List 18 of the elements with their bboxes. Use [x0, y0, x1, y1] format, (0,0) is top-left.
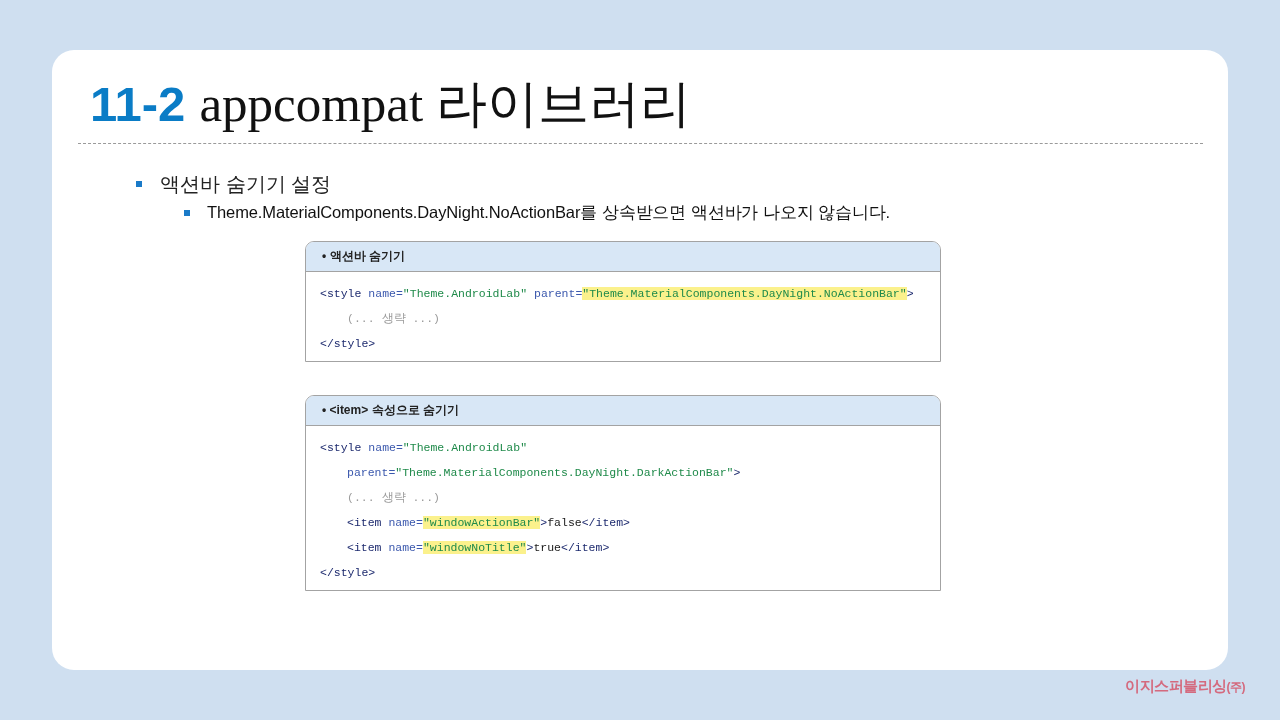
code-line: </style> — [320, 336, 376, 352]
bullet-text: Theme.MaterialComponents.DayNight.NoActionBar를 상속받으면 액션바가 나오지 않습니다. — [207, 202, 891, 223]
slide-title: appcompat 라이브러리 — [199, 75, 691, 134]
code-line: (... 생략 ...) — [347, 311, 440, 327]
bullet-text: 액션바 숨기기 설정 — [160, 171, 332, 197]
code-box-title: • 액션바 숨기기 — [322, 248, 405, 265]
code-line: (... 생략 ...) — [347, 490, 440, 506]
square-bullet-icon — [184, 210, 190, 216]
section-number: 11-2 — [90, 76, 186, 132]
square-bullet-icon — [136, 181, 142, 187]
code-line: <style name="Theme.AndroidLab" — [320, 440, 528, 456]
publisher-logo: 이지스퍼블리싱(주) — [1125, 676, 1245, 696]
code-line: <style name="Theme.AndroidLab" parent="Theme.MaterialComponents.DayNight.NoActionBar"> — [320, 286, 914, 302]
code-line: <item name="windowActionBar">false</item> — [347, 515, 630, 531]
code-box-title: • <item> 속성으로 숨기기 — [322, 402, 459, 419]
code-line: <item name="windowNoTitle">true</item> — [347, 540, 610, 556]
code-line: parent="Theme.MaterialComponents.DayNight.DarkActionBar"> — [347, 465, 741, 481]
code-line: </style> — [320, 565, 376, 581]
